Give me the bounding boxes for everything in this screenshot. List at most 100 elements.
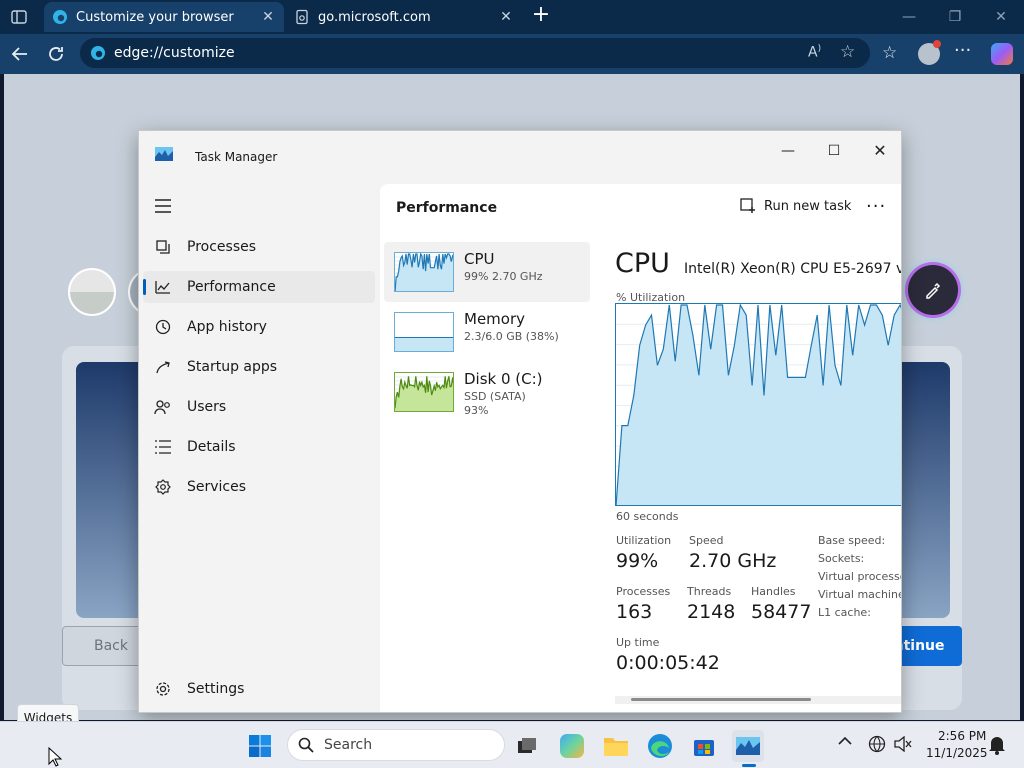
new-tab-button[interactable]: + — [530, 4, 552, 27]
device-sub2: 93% — [464, 404, 489, 417]
close-tab-icon[interactable]: ✕ — [498, 9, 514, 25]
nav-item-startup-apps[interactable]: Startup apps — [139, 351, 375, 383]
show-hidden-icons-chevron[interactable] — [838, 736, 852, 746]
device-disk[interactable]: Disk 0 (C:) SSD (SATA) 93% — [384, 362, 590, 422]
startup-icon — [139, 359, 187, 375]
address-text: edge://customize — [114, 45, 235, 61]
profile-avatar[interactable] — [918, 40, 941, 65]
tab-strip: Customize your browser ✕ go.microsoft.co… — [0, 0, 1024, 34]
more-menu-icon[interactable]: ··· — [954, 40, 971, 61]
users-icon — [139, 399, 187, 415]
cpu-heading: CPU — [615, 248, 670, 279]
clock-date[interactable]: 11/1/2025 — [926, 746, 988, 760]
nav-item-details[interactable]: Details — [139, 431, 375, 463]
minimize-window-icon[interactable]: — — [898, 6, 920, 28]
widgets-button[interactable] — [10, 732, 38, 760]
scrollbar-thumb[interactable] — [631, 698, 811, 701]
task-view-icon[interactable] — [511, 730, 543, 762]
details-icon — [139, 440, 187, 454]
start-button[interactable] — [244, 730, 276, 762]
history-icon — [139, 319, 187, 335]
memory-thumbnail — [394, 312, 454, 352]
task-manager-taskbar-icon[interactable] — [732, 730, 764, 762]
nav-item-processes[interactable]: Processes — [139, 231, 375, 263]
run-new-task-button[interactable]: Run new task — [740, 198, 851, 214]
nav-item-app-history[interactable]: App history — [139, 311, 375, 343]
nav-item-performance[interactable]: Performance — [139, 271, 375, 303]
nav-label: Services — [187, 479, 247, 495]
search-box[interactable]: Search — [287, 729, 505, 761]
eyedropper-icon — [923, 280, 943, 300]
clock-time[interactable]: 2:56 PM — [938, 729, 986, 743]
volume-muted-icon[interactable] — [894, 736, 912, 752]
performance-icon — [139, 279, 187, 295]
more-options-icon[interactable]: ··· — [866, 196, 886, 217]
processes-icon — [139, 239, 187, 255]
copilot-icon[interactable] — [991, 43, 1013, 65]
nav-label: Details — [187, 439, 236, 455]
close-window-icon[interactable]: ✕ — [990, 6, 1012, 28]
file-explorer-icon[interactable] — [600, 730, 632, 762]
settings-gear-icon — [139, 681, 187, 697]
device-sub: 2.3/6.0 GB (38%) — [464, 330, 559, 343]
store-icon[interactable] — [688, 730, 720, 762]
close-tab-icon[interactable]: ✕ — [260, 9, 276, 25]
close-icon[interactable]: ✕ — [857, 137, 901, 165]
cpu-graph — [615, 303, 901, 506]
virtual-processors-label: Virtual processo — [818, 570, 902, 583]
utilization-label: Utilization — [616, 534, 672, 547]
device-cpu[interactable]: CPU 99% 2.70 GHz — [384, 242, 590, 302]
edge-taskbar-icon[interactable] — [644, 730, 676, 762]
cpu-thumbnail — [394, 252, 454, 292]
network-globe-icon[interactable] — [868, 735, 886, 753]
device-memory[interactable]: Memory 2.3/6.0 GB (38%) — [384, 302, 590, 362]
speed-label: Speed — [689, 534, 724, 547]
tab-title: Customize your browser — [76, 9, 234, 25]
processes-label: Processes — [616, 585, 671, 598]
task-manager-icon — [155, 147, 173, 161]
nav-item-settings[interactable]: Settings — [139, 673, 375, 705]
favorites-icon[interactable]: ☆ — [882, 43, 897, 63]
back-arrow-icon[interactable] — [10, 44, 30, 64]
notification-bell-icon[interactable] — [988, 735, 1006, 755]
horizontal-scrollbar[interactable] — [615, 696, 901, 704]
copilot-app-icon[interactable] — [556, 730, 588, 762]
performance-panel: Performance Run new task ··· CPU 99% 2.7… — [380, 184, 902, 712]
services-icon — [139, 479, 187, 495]
nav-label: Startup apps — [187, 359, 278, 375]
device-sub: 99% 2.70 GHz — [464, 270, 543, 283]
disk-thumbnail — [394, 372, 454, 412]
theme-swatch[interactable] — [68, 268, 116, 316]
refresh-icon[interactable] — [46, 44, 66, 64]
cpu-model: Intel(R) Xeon(R) CPU E5-2697 v — [684, 261, 902, 277]
nav-label: App history — [187, 319, 267, 335]
run-task-icon — [740, 198, 756, 214]
memory-fill — [395, 336, 453, 351]
hamburger-menu-icon[interactable] — [155, 199, 171, 213]
search-icon — [298, 737, 314, 753]
read-aloud-icon[interactable]: A) — [808, 44, 821, 61]
back-label: Back — [94, 638, 128, 654]
handles-value: 58477 — [751, 601, 812, 623]
favorite-star-icon[interactable]: ☆ — [840, 42, 855, 62]
device-name: Memory — [464, 310, 526, 328]
nav-label: Performance — [187, 279, 276, 295]
nav-label: Users — [187, 399, 227, 415]
tab-customize[interactable]: Customize your browser ✕ — [44, 2, 284, 32]
eyedropper-button[interactable] — [908, 265, 958, 315]
tab-microsoft[interactable]: go.microsoft.com ✕ — [286, 2, 522, 32]
sockets-label: Sockets: — [818, 552, 865, 565]
address-bar[interactable]: edge://customize A) ☆ — [80, 38, 870, 68]
search-placeholder: Search — [324, 737, 373, 753]
restore-window-icon[interactable]: ❐ — [944, 6, 966, 28]
threads-value: 2148 — [687, 601, 736, 623]
nav-item-services[interactable]: Services — [139, 471, 375, 503]
edge-icon — [90, 45, 106, 61]
nav-item-users[interactable]: Users — [139, 391, 375, 423]
handles-label: Handles — [751, 585, 796, 598]
minimize-icon[interactable]: — — [765, 137, 811, 165]
maximize-icon[interactable]: ☐ — [811, 137, 857, 165]
time-span-label: 60 seconds — [616, 510, 679, 523]
workspaces-icon[interactable] — [10, 8, 28, 26]
utilization-value: 99% — [616, 550, 659, 572]
